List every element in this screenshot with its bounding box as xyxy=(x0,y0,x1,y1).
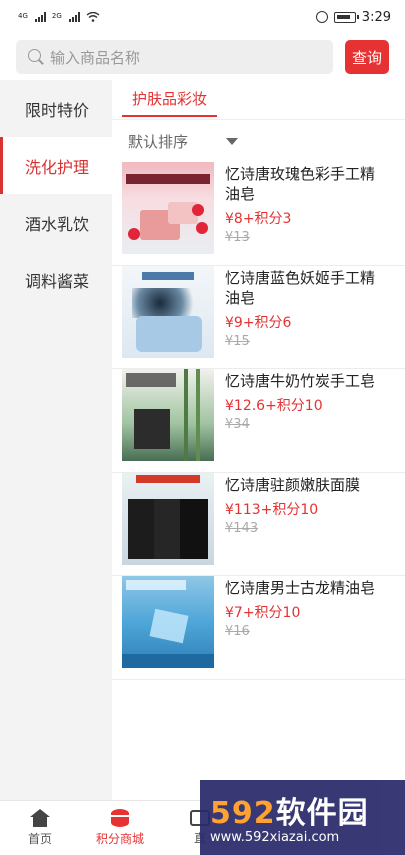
sidebar-item-drinks[interactable]: 酒水乳饮 xyxy=(0,194,112,251)
watermark: 592软件园 www.592xiazai.com xyxy=(200,780,405,855)
search-placeholder: 输入商品名称 xyxy=(50,48,141,67)
sort-label: 默认排序 xyxy=(128,132,189,151)
subcategory-tabs: 护肤品彩妆 xyxy=(112,80,405,120)
search-input[interactable]: 输入商品名称 xyxy=(16,40,333,74)
product-name: 忆诗唐玫瑰色彩手工精油皂 xyxy=(225,165,376,203)
product-image xyxy=(122,265,214,358)
product-image xyxy=(122,472,214,565)
status-bar-right: 3:29 xyxy=(315,9,391,25)
product-name: 忆诗唐蓝色妖姬手工精油皂 xyxy=(225,268,376,307)
nav-label: 首页 xyxy=(27,832,52,846)
product-original-price: ¥13 xyxy=(225,230,250,245)
nav-points-mall[interactable]: 积分商城 xyxy=(80,801,160,855)
status-bar: 4G 2G 3:29 xyxy=(0,0,405,34)
home-icon xyxy=(30,809,50,827)
product-price: ¥12.6+积分10 xyxy=(225,398,323,414)
sidebar-item-personal-care[interactable]: 洗化护理 xyxy=(0,137,112,194)
watermark-text: 软件园 xyxy=(275,796,369,831)
watermark-brand: 592软件园 xyxy=(210,788,369,832)
alarm-icon xyxy=(315,11,328,23)
watermark-digits: 592 xyxy=(210,796,276,831)
product-item[interactable]: 忆诗唐蓝色妖姬手工精油皂 ¥9+积分6 ¥15 xyxy=(112,265,405,369)
product-info: 忆诗唐驻颜嫩肤面膜 ¥113+积分10 ¥143 xyxy=(225,473,405,536)
product-info: 忆诗唐男士古龙精油皂 ¥7+积分10 ¥16 xyxy=(225,576,405,639)
network-type-1: 4G xyxy=(18,12,28,20)
sidebar-item-condiments[interactable]: 调料酱菜 xyxy=(0,251,112,308)
category-sidebar: 限时特价 洗化护理 酒水乳饮 调料酱菜 xyxy=(0,80,112,800)
search-icon xyxy=(28,49,44,65)
signal-icon-2 xyxy=(68,12,80,22)
product-original-price: ¥16 xyxy=(225,624,250,639)
nav-label: 积分商城 xyxy=(95,832,144,846)
product-price: ¥8+积分3 xyxy=(225,211,292,227)
nav-home[interactable]: 首页 xyxy=(0,801,80,855)
product-panel: 护肤品彩妆 默认排序 忆诗唐玫瑰色彩手工精油皂 ¥8+积分3 ¥13 忆诗唐蓝色… xyxy=(112,80,405,800)
product-image xyxy=(122,162,214,254)
tab-skincare-makeup[interactable]: 护肤品彩妆 xyxy=(122,88,218,117)
product-original-price: ¥143 xyxy=(225,520,259,536)
sidebar-item-label: 洗化护理 xyxy=(25,157,90,177)
product-info: 忆诗唐玫瑰色彩手工精油皂 ¥8+积分3 ¥13 xyxy=(225,162,405,245)
network-type-2: 2G xyxy=(51,12,62,20)
search-bar: 输入商品名称 查询 xyxy=(0,34,405,80)
battery-icon xyxy=(333,11,359,23)
product-name: 忆诗唐男士古龙精油皂 xyxy=(225,579,376,597)
clock: 3:29 xyxy=(361,9,391,25)
signal-icon xyxy=(34,12,46,22)
product-name: 忆诗唐驻颜嫩肤面膜 xyxy=(225,475,361,494)
product-name: 忆诗唐牛奶竹炭手工皂 xyxy=(225,372,376,390)
status-bar-left: 4G 2G xyxy=(18,12,100,22)
query-button[interactable]: 查询 xyxy=(345,40,389,74)
watermark-url: www.592xiazai.com xyxy=(210,830,340,845)
product-info: 忆诗唐蓝色妖姬手工精油皂 ¥9+积分6 ¥15 xyxy=(225,266,405,349)
product-info: 忆诗唐牛奶竹炭手工皂 ¥12.6+积分10 ¥34 xyxy=(225,369,405,432)
product-original-price: ¥15 xyxy=(225,333,250,349)
product-price: ¥9+积分6 xyxy=(225,314,292,331)
sidebar-item-label: 限时特价 xyxy=(25,100,90,120)
sidebar-item-limited-offer[interactable]: 限时特价 xyxy=(0,80,112,137)
product-price: ¥113+积分10 xyxy=(225,501,319,518)
product-image xyxy=(122,576,214,668)
product-original-price: ¥34 xyxy=(225,417,250,432)
product-image xyxy=(122,369,214,461)
sort-dropdown[interactable]: 默认排序 xyxy=(112,120,405,162)
product-item[interactable]: 忆诗唐男士古龙精油皂 ¥7+积分10 ¥16 xyxy=(112,576,405,680)
product-price: ¥7+积分10 xyxy=(225,605,301,621)
sidebar-item-label: 调料酱菜 xyxy=(25,271,90,291)
product-item[interactable]: 忆诗唐玫瑰色彩手工精油皂 ¥8+积分3 ¥13 xyxy=(112,162,405,266)
product-item[interactable]: 忆诗唐驻颜嫩肤面膜 ¥113+积分10 ¥143 xyxy=(112,472,405,576)
product-item[interactable]: 忆诗唐牛奶竹炭手工皂 ¥12.6+积分10 ¥34 xyxy=(112,369,405,473)
chevron-down-icon xyxy=(226,137,239,145)
wifi-icon xyxy=(86,12,100,22)
sidebar-item-label: 酒水乳饮 xyxy=(25,214,90,234)
database-icon xyxy=(111,809,129,827)
